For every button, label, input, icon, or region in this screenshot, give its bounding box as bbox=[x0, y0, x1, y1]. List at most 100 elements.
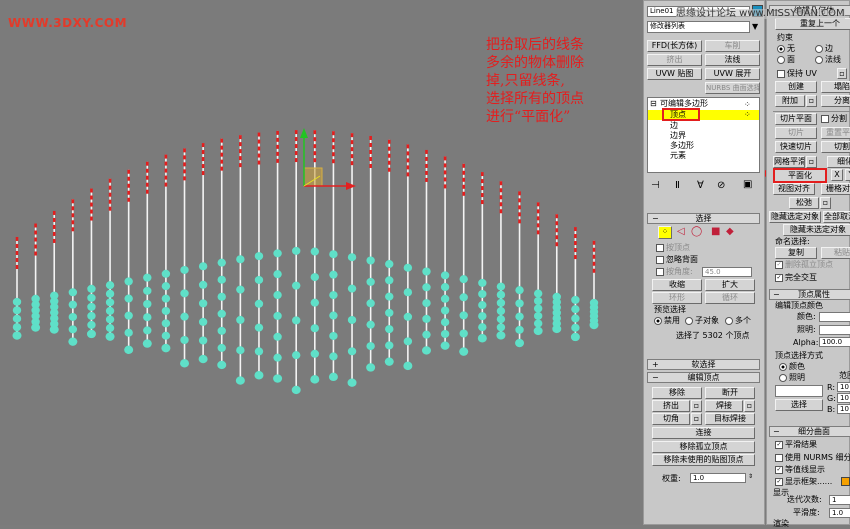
spline-vertex[interactable] bbox=[329, 250, 338, 259]
weld-button[interactable]: 焊接 bbox=[705, 400, 743, 412]
spline-vertex[interactable] bbox=[273, 353, 282, 362]
by-vertex-checkbox[interactable]: 按顶点 bbox=[656, 243, 690, 253]
preview-multi-radio[interactable]: 多个 bbox=[725, 316, 751, 326]
spline-vertex[interactable] bbox=[496, 323, 506, 332]
weight-input[interactable]: 1.0 bbox=[690, 473, 746, 483]
chamfer-settings-button[interactable]: ▫ bbox=[691, 413, 702, 425]
transform-gizmo[interactable] bbox=[300, 128, 356, 190]
spline-vertex[interactable] bbox=[478, 278, 487, 287]
spline-vertex[interactable] bbox=[105, 289, 115, 298]
spline-vertex[interactable] bbox=[440, 271, 450, 280]
planar-y-button[interactable]: Y bbox=[845, 169, 850, 181]
repeat-last-button[interactable]: 重复上一个 bbox=[775, 18, 850, 30]
spline-vertex[interactable] bbox=[86, 329, 96, 339]
planar-x-button[interactable]: X bbox=[831, 169, 843, 181]
ring-button[interactable]: 环形 bbox=[652, 292, 702, 304]
spline-vertex[interactable] bbox=[236, 315, 245, 324]
spline-vertex[interactable] bbox=[124, 345, 134, 354]
spline-vertex[interactable] bbox=[236, 346, 245, 355]
spline-vertex[interactable] bbox=[478, 312, 487, 321]
spline-vertex[interactable] bbox=[143, 300, 152, 309]
view-align-button[interactable]: 视图对齐 bbox=[773, 183, 815, 195]
spline-vertex[interactable] bbox=[366, 363, 376, 372]
spline-vertex[interactable] bbox=[459, 311, 468, 320]
spline-vertex[interactable] bbox=[347, 284, 357, 293]
spline-vertex[interactable] bbox=[329, 291, 338, 300]
spline-vertex[interactable] bbox=[515, 338, 525, 348]
spline-vertex[interactable] bbox=[198, 262, 208, 271]
break-button[interactable]: 断开 bbox=[705, 387, 755, 399]
spline-vertex[interactable] bbox=[571, 323, 580, 332]
spline-vertex[interactable] bbox=[217, 343, 226, 352]
spline-vertex[interactable] bbox=[12, 306, 22, 315]
spline-vertex[interactable] bbox=[236, 255, 245, 264]
tessellate-button[interactable]: 细化 bbox=[827, 156, 850, 168]
msmooth-button[interactable]: 网格平滑 bbox=[773, 156, 805, 168]
spline-vertex[interactable] bbox=[161, 331, 171, 340]
spline-vertex[interactable] bbox=[236, 285, 245, 294]
spline-vertex[interactable] bbox=[12, 314, 22, 323]
polygon-mode-icon[interactable]: ■ bbox=[711, 227, 720, 237]
spline-vertex[interactable] bbox=[273, 374, 283, 383]
spline-vertex[interactable] bbox=[589, 320, 599, 330]
spline-vertex[interactable] bbox=[478, 301, 487, 310]
spline-vertex[interactable] bbox=[533, 289, 543, 298]
spline-vertex[interactable] bbox=[515, 286, 524, 295]
spline-vertex[interactable] bbox=[403, 337, 413, 346]
spline-vertex[interactable] bbox=[291, 316, 301, 325]
spline-vertex[interactable] bbox=[161, 343, 171, 353]
spline-vertex[interactable] bbox=[273, 249, 282, 258]
spline-vertex[interactable] bbox=[87, 293, 96, 302]
spline-vertex[interactable] bbox=[366, 256, 375, 265]
spline-vertex[interactable] bbox=[440, 294, 450, 303]
spline-vertex[interactable] bbox=[515, 325, 524, 334]
slice-button[interactable]: 切片 bbox=[775, 127, 817, 139]
spline-vertex[interactable] bbox=[496, 290, 506, 299]
spline-vertex[interactable] bbox=[440, 318, 450, 327]
spline-vertex[interactable] bbox=[180, 359, 190, 368]
spline-vertex[interactable] bbox=[552, 324, 562, 334]
spline-vertex[interactable] bbox=[347, 378, 357, 387]
use-nurms-checkbox[interactable]: 使用 NURMS 细分 bbox=[775, 453, 850, 463]
rollout-toggle-icon[interactable]: − bbox=[773, 290, 780, 300]
range-g-input[interactable]: 10 bbox=[837, 393, 850, 403]
spline-vertex[interactable] bbox=[180, 265, 189, 274]
spline-vertex[interactable] bbox=[533, 297, 543, 306]
gizmo-part[interactable] bbox=[346, 182, 356, 190]
full-interactivity-checkbox[interactable]: ✓ 完全交互 bbox=[775, 273, 817, 283]
spline-vertex[interactable] bbox=[347, 253, 357, 262]
spline-vertex[interactable] bbox=[142, 339, 152, 348]
spline-vertex[interactable] bbox=[161, 319, 171, 328]
create-button[interactable]: 创建 bbox=[775, 81, 817, 93]
spline-vertex[interactable] bbox=[161, 306, 171, 315]
spline-vertex[interactable] bbox=[366, 299, 375, 308]
spline-vertex[interactable] bbox=[180, 312, 189, 321]
spline-vertex[interactable] bbox=[403, 263, 413, 272]
viewport[interactable]: WWW.3DXY.COM 把拾取后的线条 多余的物体删除 掉,只留线条, 选择所… bbox=[0, 0, 640, 525]
constraint-edge-radio[interactable]: 边 bbox=[815, 44, 833, 54]
remove-button[interactable]: 移除 bbox=[652, 387, 702, 399]
spline-vertex[interactable] bbox=[217, 275, 226, 284]
spline-vertex[interactable] bbox=[217, 292, 226, 301]
spline-vertex[interactable] bbox=[440, 306, 450, 315]
spline-vertex[interactable] bbox=[366, 342, 375, 351]
range-r-input[interactable]: 10 bbox=[837, 382, 850, 392]
spline-vertex[interactable] bbox=[68, 288, 78, 297]
stack-item-polygon[interactable]: 多边形 bbox=[670, 141, 694, 151]
chamfer-button[interactable]: 切角 bbox=[652, 413, 690, 425]
grid-align-button[interactable]: 栅格对齐 bbox=[821, 183, 850, 195]
uvw-map-button[interactable]: UVW 贴图 bbox=[647, 68, 702, 80]
show-cage-checkbox[interactable]: ✓ 显示框架...... bbox=[775, 477, 832, 487]
isoline-display-checkbox[interactable]: ✓ 等值线显示 bbox=[775, 465, 825, 475]
spline-vertex[interactable] bbox=[385, 260, 394, 269]
subdivision-rollout-header[interactable]: 细分曲面 bbox=[769, 426, 850, 437]
constraint-face-radio[interactable]: 面 bbox=[777, 55, 795, 65]
spline-vertex[interactable] bbox=[571, 314, 580, 323]
expand-icon[interactable]: ⊟ bbox=[650, 99, 657, 109]
spline-vertex[interactable] bbox=[31, 323, 41, 332]
msmooth-settings-button[interactable]: ▫ bbox=[806, 156, 817, 168]
spline-vertex[interactable] bbox=[217, 326, 226, 335]
spline-vertex[interactable] bbox=[105, 306, 115, 315]
rollout-toggle-icon[interactable]: − bbox=[773, 427, 780, 437]
spline-vertex[interactable] bbox=[68, 325, 78, 334]
